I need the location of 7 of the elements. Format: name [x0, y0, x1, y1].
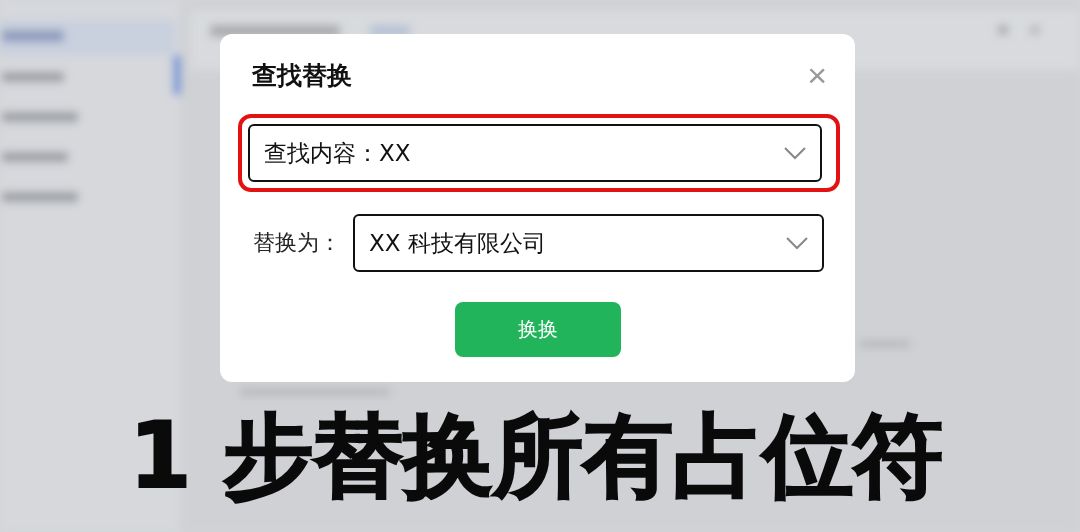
chevron-down-icon: [786, 236, 808, 250]
field-label: 替换为：: [253, 229, 342, 257]
chevron-down-icon: [784, 146, 806, 160]
dialog-title: 查找替换: [252, 59, 352, 92]
replace-field[interactable]: XX 科技有限公司: [353, 214, 824, 272]
find-field[interactable]: 查找内容：XX: [248, 124, 822, 182]
caption-headline: 1 步替换所有占位符: [129, 402, 943, 510]
